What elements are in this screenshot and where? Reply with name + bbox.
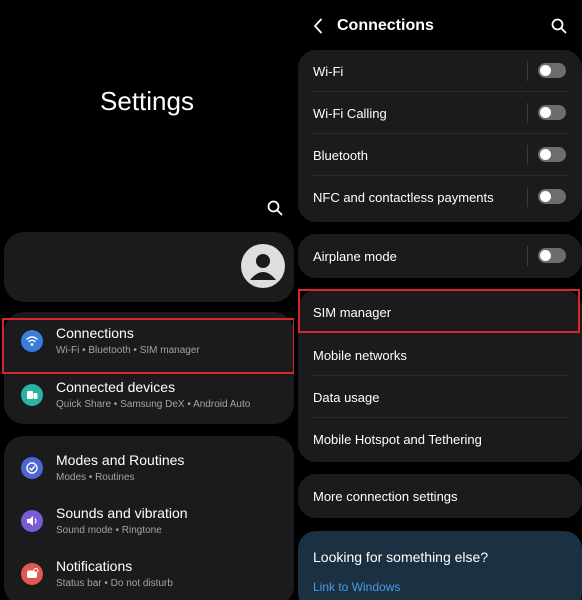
- settings-item-modes-routines[interactable]: Modes and Routines Modes • Routines: [4, 442, 294, 494]
- toggle-knob: [540, 149, 551, 160]
- more-group: More connection settings: [298, 474, 582, 518]
- row-label: Mobile networks: [313, 347, 407, 363]
- toggle-knob: [540, 250, 551, 261]
- row-divider: [527, 145, 528, 165]
- row-label: Wi-Fi: [313, 63, 344, 79]
- toggle-knob: [540, 65, 551, 76]
- toggles-group: Wi-Fi Wi-Fi Calling Bluetooth NFC and co…: [298, 50, 582, 222]
- row-label: NFC and contactless payments: [313, 189, 494, 205]
- item-label: Connected devices: [56, 378, 176, 395]
- toggle-knob: [540, 191, 551, 202]
- search-icon[interactable]: [549, 16, 569, 36]
- settings-panel: Settings Connections Wi-Fi • Bluetooth •…: [0, 0, 294, 600]
- search-icon[interactable]: [265, 198, 285, 218]
- wifi-row[interactable]: Wi-Fi: [298, 50, 582, 92]
- row-divider: [527, 103, 528, 123]
- settings-item-sounds-vibration[interactable]: Sounds and vibration Sound mode • Ringto…: [4, 495, 294, 547]
- page-title: Connections: [337, 17, 434, 34]
- wifi-calling-toggle[interactable]: [538, 105, 566, 120]
- back-icon[interactable]: [309, 17, 327, 35]
- account-card[interactable]: [4, 232, 294, 302]
- item-label: Modes and Routines: [56, 451, 185, 468]
- item-label: Sounds and vibration: [56, 504, 188, 521]
- item-subtitle: Modes • Routines: [56, 471, 135, 483]
- connections-highlight: [2, 318, 294, 374]
- row-label: Bluetooth: [313, 147, 368, 163]
- sim-manager-highlight: [298, 289, 580, 333]
- row-label: Airplane mode: [313, 248, 397, 264]
- nfc-toggle[interactable]: [538, 189, 566, 204]
- row-label: Data usage: [313, 389, 380, 405]
- settings-item-notifications[interactable]: Notifications Status bar • Do not distur…: [4, 548, 294, 600]
- avatar-icon[interactable]: [241, 244, 285, 288]
- settings-title: Settings: [100, 86, 194, 116]
- toggle-knob: [540, 107, 551, 118]
- modes-group: Modes and Routines Modes • Routines Soun…: [4, 436, 294, 600]
- notification-icon: [21, 563, 43, 585]
- connections-panel: Connections Wi-Fi Wi-Fi Calling Bluetoot…: [298, 0, 582, 600]
- bluetooth-row[interactable]: Bluetooth: [298, 134, 582, 176]
- airplane-mode-row[interactable]: Airplane mode: [298, 235, 582, 277]
- mobile-networks-row[interactable]: Mobile networks: [298, 334, 582, 376]
- row-label: Wi-Fi Calling: [313, 105, 387, 121]
- item-subtitle: Quick Share • Samsung DeX • Android Auto: [56, 398, 251, 410]
- wifi-calling-row[interactable]: Wi-Fi Calling: [298, 92, 582, 134]
- more-connection-settings-row[interactable]: More connection settings: [298, 475, 582, 517]
- row-divider: [527, 187, 528, 207]
- row-label: Mobile Hotspot and Tethering: [313, 431, 482, 447]
- row-divider: [527, 246, 528, 266]
- airplane-group: Airplane mode: [298, 234, 582, 278]
- looking-question: Looking for something else?: [313, 549, 489, 565]
- nfc-row[interactable]: NFC and contactless payments: [298, 176, 582, 218]
- item-subtitle: Status bar • Do not disturb: [56, 577, 173, 589]
- item-subtitle: Sound mode • Ringtone: [56, 524, 162, 536]
- item-label: Notifications: [56, 557, 133, 574]
- volume-icon: [21, 510, 43, 532]
- link-to-windows-link[interactable]: Link to Windows: [313, 580, 400, 594]
- looking-for-card: Looking for something else? Link to Wind…: [298, 531, 582, 600]
- airplane-mode-toggle[interactable]: [538, 248, 566, 263]
- bluetooth-toggle[interactable]: [538, 147, 566, 162]
- row-divider: [527, 61, 528, 81]
- data-usage-row[interactable]: Data usage: [298, 376, 582, 418]
- settings-item-connected-devices[interactable]: Connected devices Quick Share • Samsung …: [4, 369, 294, 421]
- check-circle-icon: [21, 457, 43, 479]
- connections-header: Connections: [298, 0, 582, 52]
- wifi-toggle[interactable]: [538, 63, 566, 78]
- devices-icon: [21, 384, 43, 406]
- row-label: More connection settings: [313, 488, 458, 504]
- hotspot-row[interactable]: Mobile Hotspot and Tethering: [298, 418, 582, 460]
